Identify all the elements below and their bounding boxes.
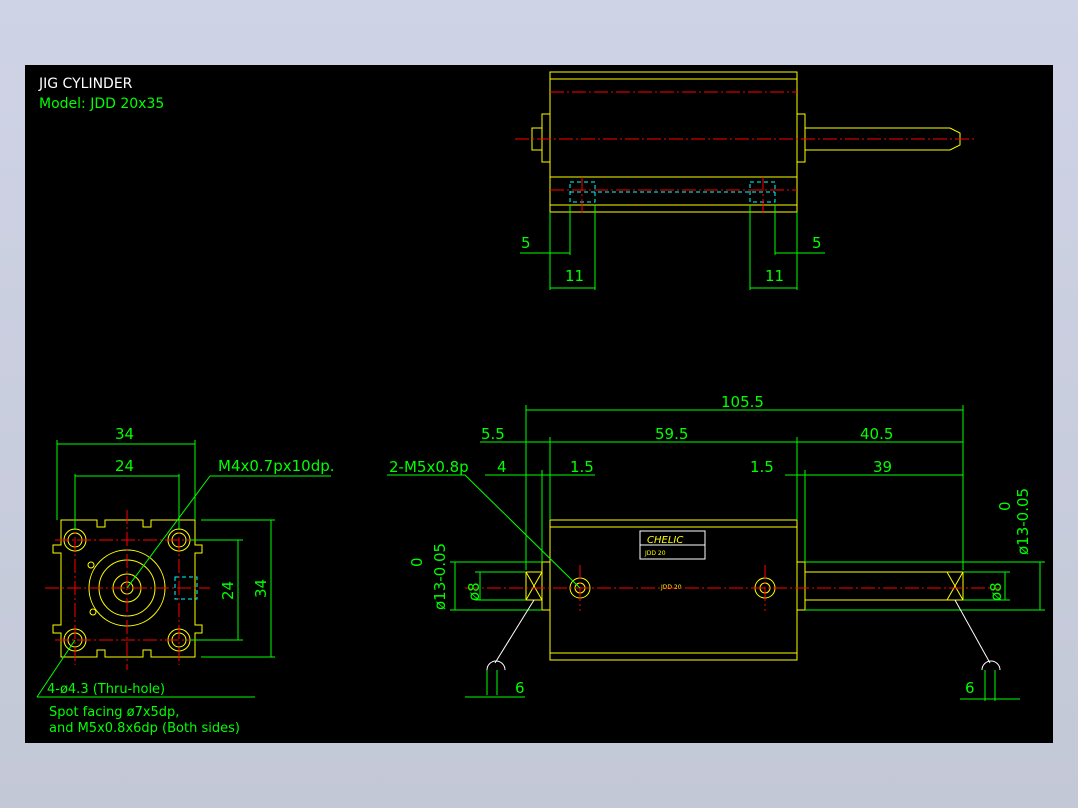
dim-6-right: 6 [965,679,975,697]
dim-side-34-height: 34 [252,579,270,598]
dim-1-5-right: 1.5 [750,458,774,476]
dim-top-left-5: 5 [521,234,531,252]
shaft-dia-left: ø8 [465,582,483,601]
drawing-title: JIG CYLINDER [38,76,133,92]
dim-4: 4 [497,458,507,476]
dim-side-34-width: 34 [115,425,134,443]
dim-6-left: 6 [515,679,525,697]
shaft-tol-left-zero: 0 [408,557,426,567]
brand-label: CHELIC [647,535,683,546]
shaft-tol-left: ø13-0.05 [431,543,449,610]
dim-59-5: 59.5 [655,425,688,443]
front-view: CHELIC JDD 20 JDD 20 105.5 5.5 59.5 40.5 [387,393,1045,701]
dim-top-right-5: 5 [812,234,822,252]
shaft-dia-right: ø8 [987,582,1005,601]
dim-39: 39 [873,458,892,476]
hole-callout: 4-ø4.3 (Thru-hole) [47,682,165,697]
spot-note-1: Spot facing ø7x5dp, [49,705,179,720]
dim-5-5: 5.5 [481,425,505,443]
plate-label: JDD 20 [644,550,666,557]
dim-side-24-width: 24 [115,457,134,475]
dim-40-5: 40.5 [860,425,893,443]
drawing-model: Model: JDD 20x35 [39,96,164,112]
dim-top-right-11: 11 [765,267,784,285]
dim-1-5-left: 1.5 [570,458,594,476]
shaft-tol-right-zero: 0 [996,501,1014,511]
thread-callout: M4x0.7px10dp. [218,457,335,475]
port-callout: 2-M5x0.8p [389,458,469,476]
cad-drawing: JIG CYLINDER Model: JDD 20x35 5 5 11 11 … [36,71,1045,736]
spot-note-2: and M5x0.8x6dp (Both sides) [49,721,240,736]
shaft-tol-right: ø13-0.05 [1014,488,1032,555]
dim-top-left-11: 11 [565,267,584,285]
drawing-sheet: JIG CYLINDER Model: JDD 20x35 5 5 11 11 … [25,65,1053,743]
side-view: 34 24 24 34 M4x0.7px10dp. 4-ø4.3 (Thru-h… [36,425,335,736]
dim-total-105-5: 105.5 [721,393,764,411]
dim-side-24-height: 24 [219,581,237,600]
top-view: 5 5 11 11 [515,71,975,290]
